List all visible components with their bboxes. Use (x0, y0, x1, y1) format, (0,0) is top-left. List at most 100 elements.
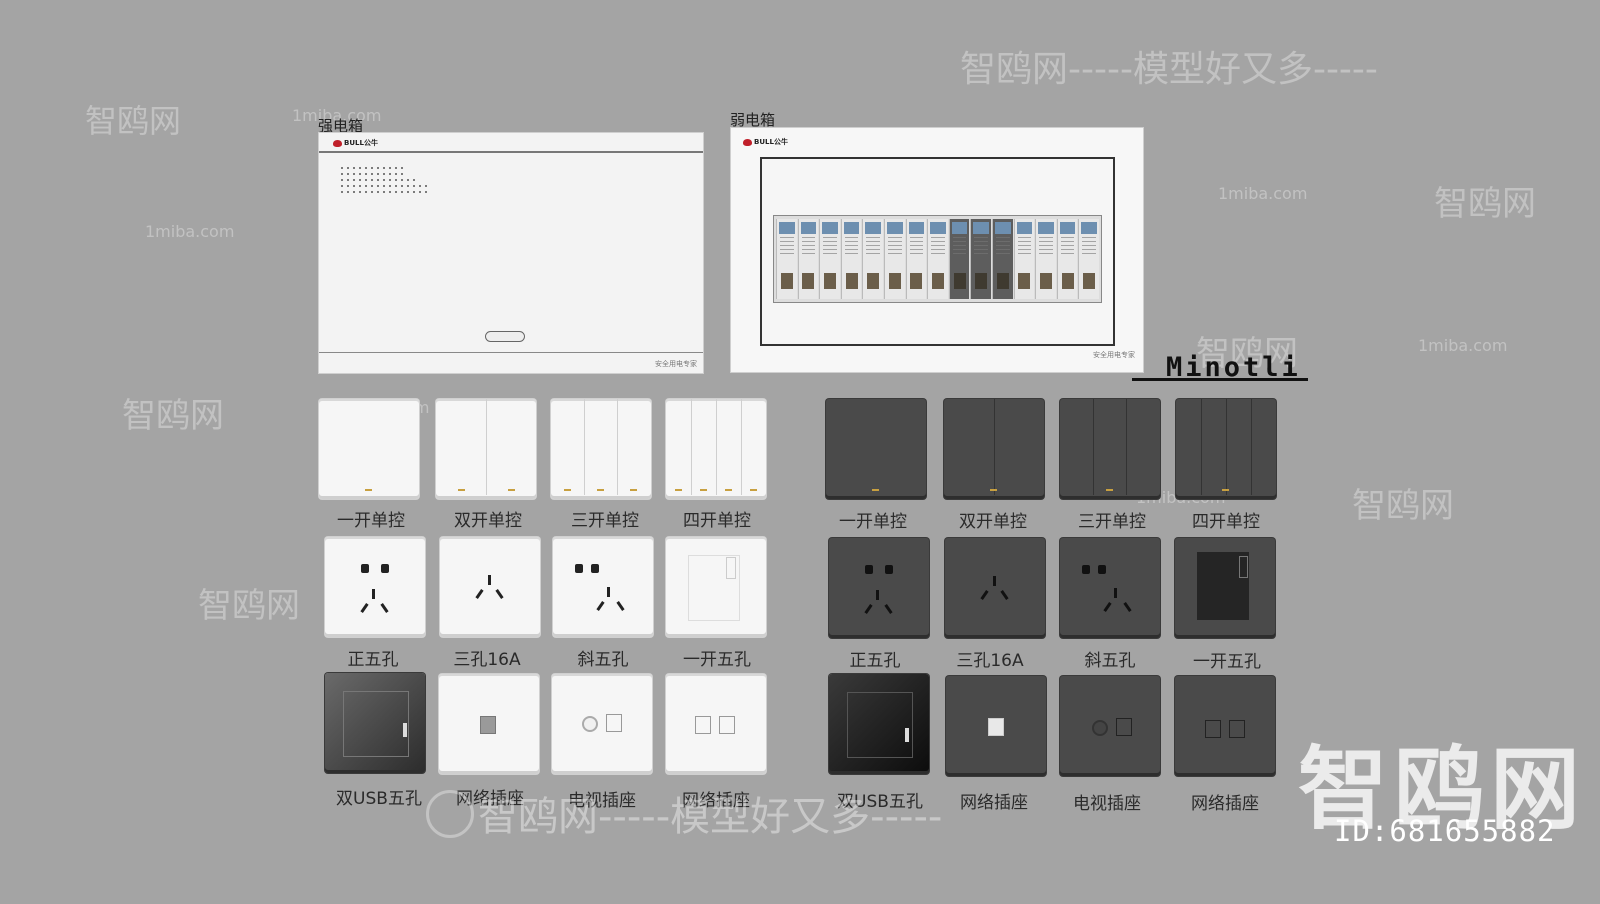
vent-dot (401, 185, 403, 187)
breaker-module[interactable] (1035, 219, 1056, 299)
white-network-socket[interactable] (439, 674, 539, 774)
watermark-site: 智鸥网 (1352, 486, 1454, 526)
vent-dot (425, 185, 427, 187)
vent-dot (353, 167, 355, 169)
white-socket-caption: 三孔16A (453, 650, 521, 670)
door-handle[interactable] (485, 331, 525, 342)
white-switch-caption: 四开单控 (683, 511, 751, 531)
breaker-module[interactable] (819, 219, 840, 299)
breaker-module[interactable] (883, 219, 905, 299)
breaker-module[interactable] (1056, 219, 1078, 299)
dark-socket-caption: 一开五孔 (1193, 652, 1261, 672)
white-switch-4gang[interactable] (666, 399, 766, 499)
vent-dot (395, 173, 397, 175)
breaker-module[interactable] (1013, 219, 1035, 299)
breaker-toggle[interactable] (888, 273, 901, 289)
white-switch-3gang[interactable] (551, 399, 651, 499)
vent-dot (347, 179, 349, 181)
breaker-toggle[interactable] (1083, 273, 1096, 289)
box-slogan: 安全用电专家 (655, 360, 697, 368)
vent-dot (359, 179, 361, 181)
white-usb-socket[interactable] (325, 673, 425, 773)
series-underline (1132, 378, 1308, 381)
dark-socket-slant-5hole[interactable] (1060, 538, 1160, 638)
breaker-rail (773, 215, 1102, 303)
breaker-module[interactable] (776, 219, 797, 299)
dark-data-caption: 网络插座 (960, 793, 1028, 813)
vent-dot (383, 173, 385, 175)
white-switch-1gang[interactable] (319, 399, 419, 499)
breaker-toggle[interactable] (1039, 273, 1052, 289)
dark-switch-caption: 一开单控 (839, 512, 907, 532)
dark-socket-caption: 斜五孔 (1084, 651, 1136, 671)
breaker-toggle[interactable] (802, 273, 815, 289)
watermark-site: 智鸥网 (198, 586, 300, 626)
vent-dot (371, 179, 373, 181)
breaker-toggle[interactable] (975, 273, 988, 289)
breaker-module[interactable] (970, 219, 991, 299)
dark-switch-1gang[interactable] (826, 399, 926, 499)
watermark-slogan-top: 智鸥网-----模型好又多----- (960, 49, 1378, 90)
vent-dot (365, 167, 367, 169)
breaker-toggle[interactable] (910, 273, 923, 289)
breaker-module[interactable] (840, 219, 862, 299)
breaker-toggle[interactable] (1018, 273, 1031, 289)
vent-dot (389, 167, 391, 169)
breaker-toggle[interactable] (867, 273, 880, 289)
dark-socket-3hole-16a[interactable] (945, 538, 1045, 638)
dark-switch-2gang[interactable] (944, 399, 1044, 499)
breaker-module[interactable] (905, 219, 927, 299)
dark-socket-switch-5hole[interactable] (1175, 538, 1275, 638)
white-switch-2gang[interactable] (436, 399, 536, 499)
vent-dot (377, 167, 379, 169)
breaker-toggle[interactable] (780, 273, 793, 289)
vent-dot (341, 179, 343, 181)
dark-usb-socket[interactable] (829, 674, 929, 774)
vent-dot (395, 167, 397, 169)
watermark-site: 智鸥网 (85, 102, 182, 140)
white-dual-network-socket[interactable] (666, 674, 766, 774)
white-tv-socket[interactable] (552, 674, 652, 774)
watermark-slogan-bottom: 智鸥网-----模型好又多----- (478, 794, 943, 840)
vent-holes (341, 167, 431, 197)
dark-tv-socket[interactable] (1060, 676, 1160, 776)
breaker-module[interactable] (948, 219, 970, 299)
vent-dot (413, 185, 415, 187)
vent-dot (383, 185, 385, 187)
vent-dot (353, 191, 355, 193)
vent-dot (347, 173, 349, 175)
vent-dot (401, 173, 403, 175)
white-socket-5hole[interactable] (325, 537, 425, 637)
watermark-logo-icon (426, 790, 474, 838)
watermark-site: 智鸥网 (1434, 184, 1536, 224)
vent-dot (371, 173, 373, 175)
breaker-module[interactable] (927, 219, 948, 299)
breaker-module[interactable] (1078, 219, 1099, 299)
white-socket-slant-5hole[interactable] (553, 537, 653, 637)
weak-electric-box: BULL公牛 安全用电专家 (730, 127, 1144, 373)
breaker-toggle[interactable] (931, 273, 944, 289)
vent-dot (371, 167, 373, 169)
dark-socket-5hole[interactable] (829, 538, 929, 638)
breaker-toggle[interactable] (823, 273, 836, 289)
dark-dual-network-socket[interactable] (1175, 676, 1275, 776)
dark-switch-3gang[interactable] (1060, 399, 1160, 499)
white-socket-3hole-16a[interactable] (440, 537, 540, 637)
breaker-module[interactable] (797, 219, 819, 299)
dark-network-socket[interactable] (946, 676, 1046, 776)
breaker-module[interactable] (991, 219, 1013, 299)
breaker-toggle[interactable] (996, 273, 1009, 289)
breaker-module[interactable] (862, 219, 883, 299)
breaker-toggle[interactable] (845, 273, 858, 289)
vent-dot (341, 173, 343, 175)
vent-dot (395, 191, 397, 193)
vent-dot (353, 185, 355, 187)
white-switch-caption: 三开单控 (571, 511, 639, 531)
vent-dot (365, 179, 367, 181)
vent-dot (407, 185, 409, 187)
breaker-toggle[interactable] (1061, 273, 1074, 289)
breaker-toggle[interactable] (953, 273, 966, 289)
vent-dot (377, 179, 379, 181)
white-socket-switch-5hole[interactable] (666, 537, 766, 637)
dark-switch-4gang[interactable] (1176, 399, 1276, 499)
